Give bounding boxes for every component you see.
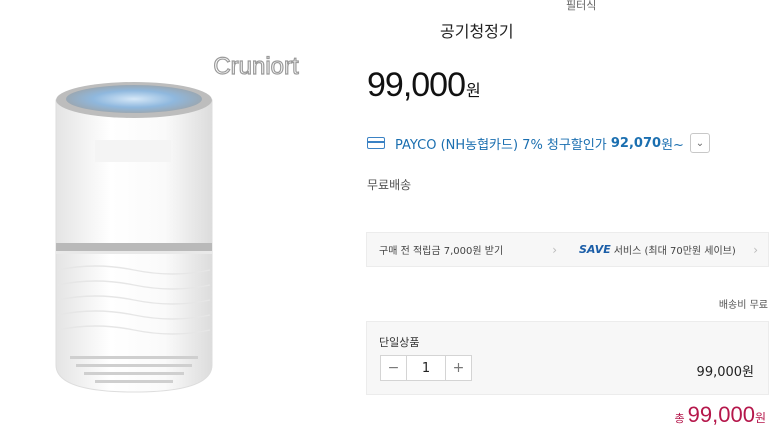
chevron-right-icon: › bbox=[753, 242, 758, 257]
benefit-points[interactable]: 구매 전 적립금 7,000원 받기 › bbox=[367, 233, 567, 266]
price-unit: 원 bbox=[466, 81, 481, 100]
option-box: 단일상품 − 1 + 99,000원 bbox=[366, 321, 769, 395]
total-label: 총 bbox=[674, 412, 685, 425]
benefit-points-label: 구매 전 적립금 7,000원 받기 bbox=[379, 246, 504, 257]
increase-button[interactable]: + bbox=[446, 356, 471, 380]
delivery-fee: 배송비 무료 bbox=[718, 300, 768, 311]
card-icon bbox=[367, 137, 385, 149]
price-value: 99,000 bbox=[367, 66, 466, 104]
product-price: 99,000원 bbox=[367, 66, 481, 105]
payco-suffix: 원~ bbox=[661, 137, 684, 153]
total-unit: 원 bbox=[754, 411, 766, 425]
decrease-button[interactable]: − bbox=[381, 356, 406, 380]
chevron-right-icon: › bbox=[552, 242, 557, 257]
product-image: Cruniort bbox=[0, 0, 340, 436]
benefit-save-label: 서비스 (최대 70만원 세이브) bbox=[613, 246, 736, 257]
payco-discount-price: 92,070 bbox=[610, 135, 662, 151]
payco-discount[interactable]: PAYCO (NH농협카드) 7% 청구할인가 92,070 원~ ⌄ bbox=[367, 133, 710, 153]
quantity-input[interactable]: 1 bbox=[406, 356, 446, 380]
payco-text: PAYCO (NH농협카드) 7% 청구할인가 bbox=[395, 137, 607, 153]
save-logo: SAVE bbox=[579, 243, 611, 256]
quantity-stepper: − 1 + bbox=[380, 355, 472, 381]
product-title: 공기청정기 bbox=[440, 22, 514, 41]
benefits-bar: 구매 전 적립금 7,000원 받기 › SAVE 서비스 (최대 70만원 세… bbox=[366, 232, 769, 267]
chevron-down-icon[interactable]: ⌄ bbox=[689, 133, 710, 153]
option-name: 단일상품 bbox=[379, 336, 420, 349]
total-amount: 99,000 bbox=[687, 402, 755, 427]
total-price: 총 99,000 원 bbox=[675, 402, 766, 428]
brand-watermark: Cruniort bbox=[213, 53, 299, 80]
option-price: 99,000원 bbox=[696, 365, 754, 380]
shipping-label: 무료배송 bbox=[367, 178, 412, 192]
benefit-save-service[interactable]: SAVE 서비스 (최대 70만원 세이브) › bbox=[567, 233, 768, 266]
filter-tab[interactable]: 필터식 bbox=[566, 0, 596, 13]
